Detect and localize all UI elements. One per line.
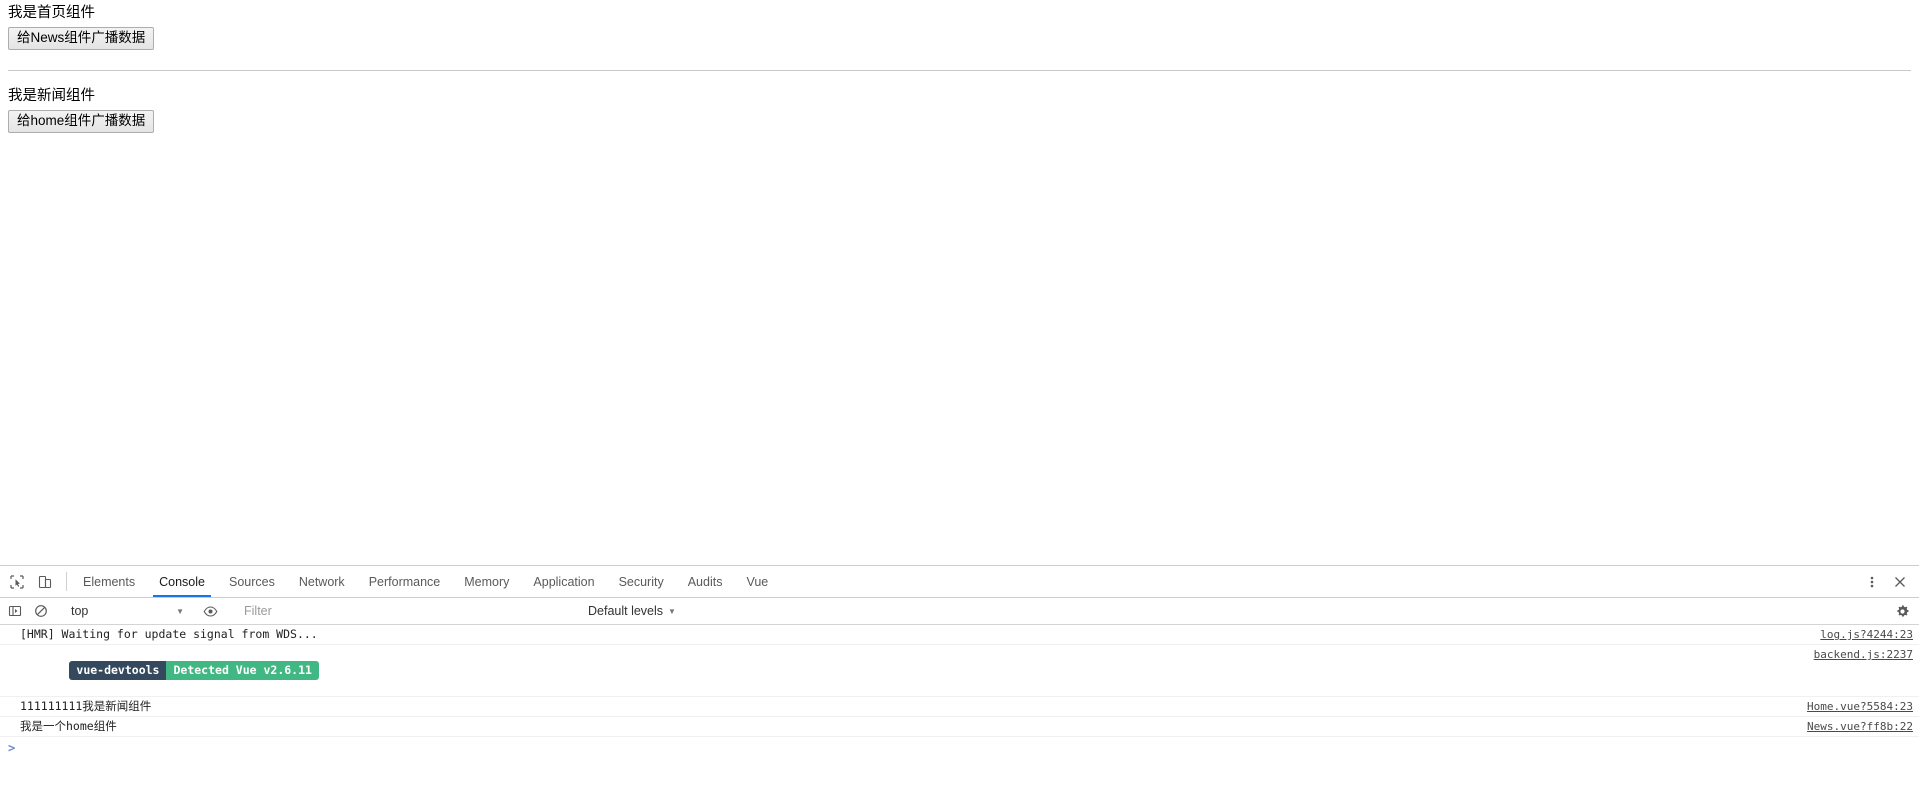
home-component-title: 我是首页组件 [8,5,95,21]
close-icon[interactable] [1887,569,1913,595]
console-message-source[interactable]: backend.js:2237 [1814,648,1913,662]
live-expression-icon[interactable] [197,598,223,624]
tab-vue[interactable]: Vue [734,566,780,597]
console-message-row: vue-devtools Detected Vue v2.6.11 backen… [0,645,1919,697]
news-component-title: 我是新闻组件 [8,88,95,104]
devtools-tab-list: Elements Console Sources Network Perform… [71,566,1848,597]
chevron-down-icon: ▼ [176,606,184,616]
tab-elements[interactable]: Elements [71,566,147,597]
devtools-right-icons [1848,566,1919,597]
console-message-row: [HMR] Waiting for update signal from WDS… [0,625,1919,645]
vue-devtools-badge: vue-devtools Detected Vue v2.6.11 [69,661,319,680]
devtools-left-icons [0,566,62,597]
tab-console[interactable]: Console [147,566,217,597]
log-levels-select[interactable]: Default levels ▼ [580,601,684,622]
console-filter-input[interactable] [236,600,576,622]
broadcast-to-news-button[interactable]: 给News组件广播数据 [8,27,155,50]
tab-application[interactable]: Application [521,566,606,597]
home-component: 我是首页组件 给News组件广播数据 [0,0,1919,50]
console-message-badge: vue-devtools Detected Vue v2.6.11 [14,647,1802,694]
vue-devtools-badge-left: vue-devtools [69,661,167,680]
more-options-icon[interactable] [1859,569,1885,595]
execution-context-value: top [71,604,89,618]
clear-console-icon[interactable] [28,598,54,624]
tab-security[interactable]: Security [607,566,676,597]
devtools-panel: Elements Console Sources Network Perform… [0,565,1919,791]
console-prompt-input[interactable] [15,740,1913,756]
settings-gear-icon[interactable] [1889,598,1915,624]
console-message-text: 111111111我是新闻组件 [20,699,152,713]
devtools-tabbar: Elements Console Sources Network Perform… [0,566,1919,598]
tab-sources[interactable]: Sources [217,566,287,597]
chevron-down-icon-levels: ▼ [668,606,676,616]
console-message-list[interactable]: [HMR] Waiting for update signal from WDS… [0,625,1919,791]
tab-performance[interactable]: Performance [357,566,453,597]
web-page-content: 我是首页组件 给News组件广播数据 我是新闻组件 给home组件广播数据 [0,0,1919,565]
tab-audits[interactable]: Audits [676,566,735,597]
console-message-source[interactable]: log.js?4244:23 [1820,628,1913,642]
console-message-row: 我是一个home组件 News.vue?ff8b:22 [0,717,1919,737]
inspect-element-icon[interactable] [4,569,30,595]
console-message-source[interactable]: Home.vue?5584:23 [1807,700,1913,714]
console-message-source[interactable]: News.vue?ff8b:22 [1807,720,1913,734]
vue-devtools-badge-right: Detected Vue v2.6.11 [166,661,319,680]
console-message-text: [HMR] Waiting for update signal from WDS… [20,627,318,641]
device-toolbar-icon[interactable] [32,569,58,595]
console-sidebar-icon[interactable] [2,598,28,624]
console-prompt-caret-icon: > [8,741,16,755]
layout-spacer [0,71,1919,83]
console-prompt-row[interactable]: > [0,737,1919,759]
broadcast-to-home-button[interactable]: 给home组件广播数据 [8,110,155,133]
console-message-row: 111111111我是新闻组件 Home.vue?5584:23 [0,697,1919,717]
toolbar-separator [66,572,67,591]
console-message-text: 我是一个home组件 [20,719,117,733]
news-component: 我是新闻组件 给home组件广播数据 [0,83,1919,133]
execution-context-select[interactable]: top ▼ [63,601,188,622]
console-toolbar: top ▼ Default levels ▼ [0,598,1919,625]
tab-network[interactable]: Network [287,566,357,597]
tab-memory[interactable]: Memory [452,566,521,597]
log-levels-label: Default levels [588,604,664,618]
